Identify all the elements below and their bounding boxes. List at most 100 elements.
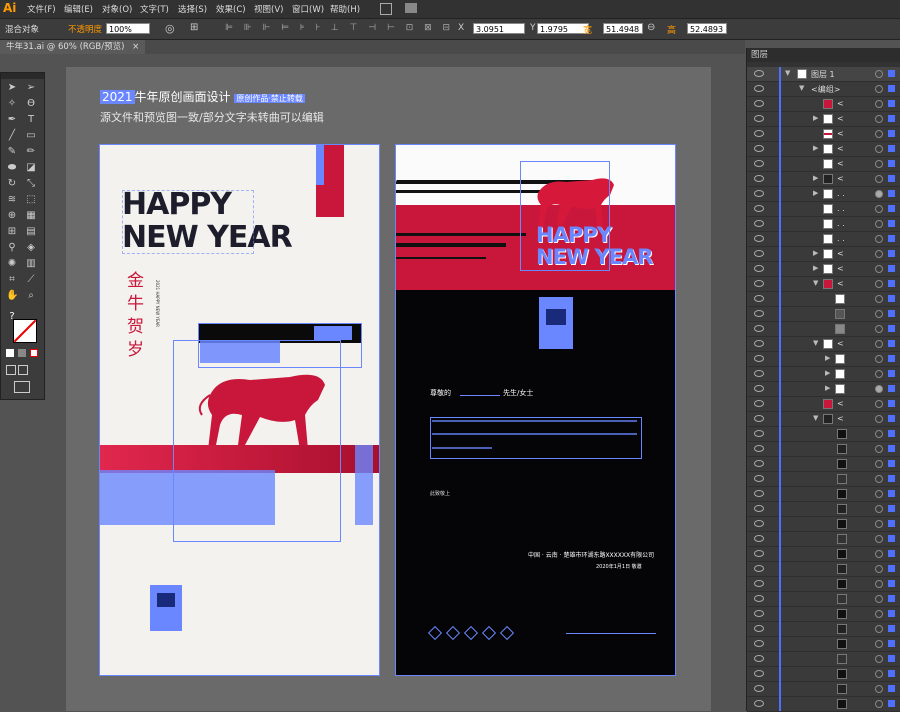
- layer-row-sub[interactable]: <: [747, 157, 900, 172]
- menu-window[interactable]: 窗口(W): [292, 3, 324, 15]
- eraser-icon[interactable]: ◪: [25, 162, 37, 174]
- recolor-icon[interactable]: ◎: [165, 22, 175, 35]
- strip-selection-box[interactable]: [198, 323, 362, 368]
- opacity-field[interactable]: 100%: [106, 23, 150, 34]
- layer-row-group[interactable]: ▼ <编组>: [747, 82, 900, 97]
- link-icon[interactable]: ⊖: [647, 22, 655, 33]
- menu-file[interactable]: 文件(F): [27, 3, 56, 15]
- rectangle-tool-icon[interactable]: ▭: [25, 130, 37, 142]
- menu-type[interactable]: 文字(T): [140, 3, 169, 15]
- layer-row-sub[interactable]: ▶ <: [747, 112, 900, 127]
- layer-row-sub[interactable]: <: [747, 97, 900, 112]
- line-tool-icon[interactable]: ╱: [6, 130, 18, 142]
- target-icon[interactable]: [875, 70, 883, 78]
- width-tool-icon[interactable]: ≋: [6, 194, 18, 206]
- height-label: 高: [667, 26, 677, 36]
- layer-row-sub[interactable]: ▶: [747, 367, 900, 382]
- layer-row-sub[interactable]: ▶ <: [747, 247, 900, 262]
- layer-row-sub[interactable]: ▶: [747, 352, 900, 367]
- type-tool-icon[interactable]: T: [25, 114, 37, 126]
- layer-row-sub[interactable]: . .: [747, 217, 900, 232]
- y-field[interactable]: 1.9795: [537, 23, 589, 34]
- document-tab[interactable]: 牛年31.ai @ 60% (RGB/预览) ×: [0, 40, 146, 54]
- color-mode-icon[interactable]: [6, 349, 14, 357]
- target-icon[interactable]: [875, 85, 883, 93]
- layer-row-sub[interactable]: <: [747, 397, 900, 412]
- blob-brush-icon[interactable]: ⬬: [6, 162, 18, 174]
- layer-row-sub[interactable]: ▼ <: [747, 337, 900, 352]
- layer-row-sub[interactable]: ▼ <: [747, 412, 900, 427]
- none-mode-icon[interactable]: [30, 349, 38, 357]
- layer-row-sub[interactable]: . .: [747, 202, 900, 217]
- group-name[interactable]: <编组>: [811, 84, 840, 95]
- hand-tool-icon[interactable]: ✋: [6, 290, 18, 302]
- pencil-icon[interactable]: ✏: [25, 146, 37, 158]
- arrange-icon[interactable]: [405, 3, 417, 13]
- direct-selection-tool-icon[interactable]: ➢: [25, 82, 37, 94]
- shape-builder-icon[interactable]: ⊕: [6, 210, 18, 222]
- magic-wand-icon[interactable]: ✧: [6, 98, 18, 110]
- layer-row-sub[interactable]: ▼ <: [747, 277, 900, 292]
- layer-name[interactable]: 图层 1: [811, 69, 835, 80]
- screen-mode-icon[interactable]: [14, 381, 30, 393]
- blend-tool-icon[interactable]: ◈: [25, 242, 37, 254]
- menu-edit[interactable]: 编辑(E): [64, 3, 93, 15]
- body-text-selection-box[interactable]: [430, 417, 642, 459]
- expand-icon[interactable]: ▼: [799, 84, 804, 92]
- perspective-grid-icon[interactable]: ▦: [25, 210, 37, 222]
- layer-row-main[interactable]: ▼ 图层 1: [747, 67, 900, 82]
- visibility-icon[interactable]: [754, 70, 764, 77]
- paintbrush-icon[interactable]: ✎: [6, 146, 18, 158]
- scale-tool-icon[interactable]: ⤡: [25, 178, 37, 190]
- menu-effect[interactable]: 效果(C): [216, 3, 246, 15]
- layer-row-sub[interactable]: ▶ <: [747, 142, 900, 157]
- menu-view[interactable]: 视图(V): [254, 3, 283, 15]
- x-field[interactable]: 3.0951: [473, 23, 525, 34]
- pen-tool-icon[interactable]: ✒: [6, 114, 18, 126]
- layer-row-sub[interactable]: . .: [747, 232, 900, 247]
- layer-row-sub[interactable]: ▶ <: [747, 262, 900, 277]
- menu-select[interactable]: 选择(S): [178, 3, 207, 15]
- gradient-tool-icon[interactable]: ▤: [25, 226, 37, 238]
- menu-object[interactable]: 对象(O): [102, 3, 132, 15]
- heading-title: 牛年原创画面设计: [134, 90, 231, 104]
- symbol-sprayer-icon[interactable]: ✺: [6, 258, 18, 270]
- opacity-label[interactable]: 不透明度: [68, 23, 102, 35]
- gradient-mode-icon[interactable]: [18, 349, 26, 357]
- layer-row-sub[interactable]: ▶: [747, 382, 900, 397]
- expand-icon[interactable]: ▼: [785, 69, 790, 77]
- poster-left[interactable]: HAPPY NEW YEAR 金牛贺岁 2021 HAPPY NEW YEAR: [99, 144, 380, 676]
- poster-right[interactable]: HAPPY NEW YEAR 尊敬的 先生/女士 此致敬上 中国 · 云南 · …: [395, 144, 676, 676]
- visibility-icon[interactable]: [754, 85, 764, 92]
- graph-tool-icon[interactable]: ▥: [25, 258, 37, 270]
- bottom-ornaments: [427, 625, 520, 641]
- menu-help[interactable]: 帮助(H): [330, 3, 360, 15]
- close-icon[interactable]: ×: [132, 42, 139, 52]
- width-field[interactable]: 51.4948: [603, 23, 643, 34]
- layer-row-sub[interactable]: [747, 307, 900, 322]
- layer-row-sub[interactable]: [747, 322, 900, 337]
- zoom-tool-icon[interactable]: ⌕: [25, 290, 37, 302]
- slice-tool-icon[interactable]: ⟋: [25, 274, 37, 286]
- tools-panel: ➤ ➢ ✧ ϴ ✒ T ╱ ▭ ✎ ✏ ⬬ ◪ ↻ ⤡ ≋ ⬚ ⊕ ▦ ⊞ ▤ …: [0, 72, 45, 400]
- draw-normal-icon[interactable]: [6, 365, 16, 375]
- eyedropper-icon[interactable]: ⚲: [6, 242, 18, 254]
- right-bull-selection-box[interactable]: [520, 161, 610, 271]
- lasso-icon[interactable]: ϴ: [25, 98, 37, 110]
- layer-row-sub[interactable]: ▶. .: [747, 187, 900, 202]
- selection-tool-icon[interactable]: ➤: [6, 82, 18, 94]
- draw-behind-icon[interactable]: [18, 365, 28, 375]
- height-field[interactable]: 52.4893: [687, 23, 727, 34]
- layer-row-sub[interactable]: ▶ <: [747, 172, 900, 187]
- mesh-tool-icon[interactable]: ⊞: [6, 226, 18, 238]
- rotate-tool-icon[interactable]: ↻: [6, 178, 18, 190]
- bridge-icon[interactable]: [380, 3, 392, 15]
- layer-row-sub[interactable]: [747, 292, 900, 307]
- stroke-swatch[interactable]: [13, 319, 37, 343]
- artboard-tool-icon[interactable]: ⌗: [6, 274, 18, 286]
- layer-row-sub[interactable]: <: [747, 127, 900, 142]
- bull-selection-box[interactable]: [173, 340, 341, 542]
- free-transform-icon[interactable]: ⬚: [25, 194, 37, 206]
- align-icons[interactable]: ⊫ ⊪ ⊩ ⊨ ⊧ ⊦ ⊥ ⊤ ⊣ ⊢ ⊡ ⊠ ⊟: [225, 23, 454, 33]
- reference-point-icon[interactable]: ⊞: [190, 22, 198, 33]
